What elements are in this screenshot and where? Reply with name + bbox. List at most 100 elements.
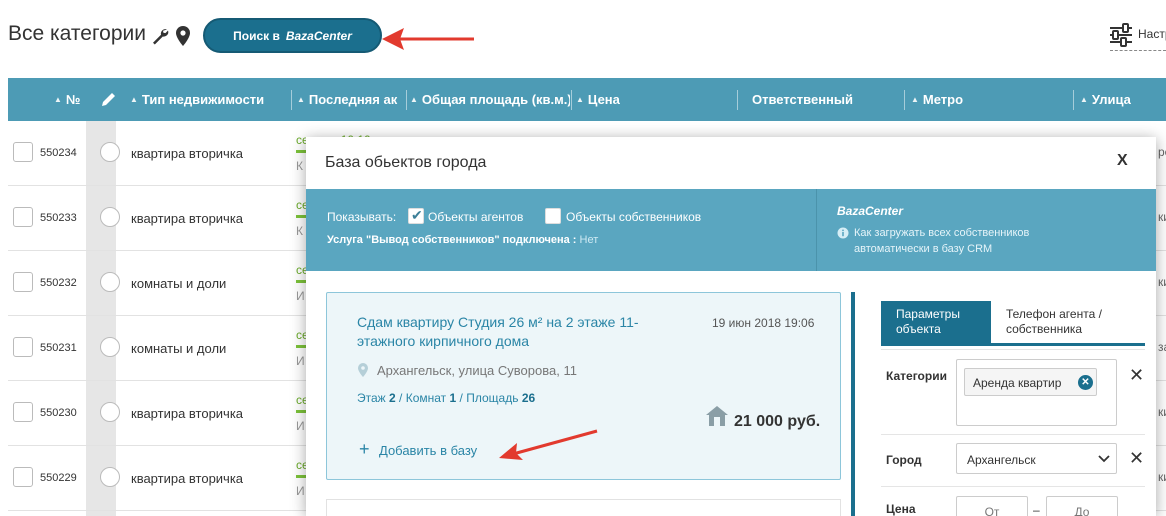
row-street: ре bbox=[1158, 145, 1166, 159]
row-id: 550234 bbox=[40, 147, 77, 159]
settings-link[interactable]: Настр bbox=[1138, 27, 1166, 41]
listing-price: 21 000 руб. bbox=[734, 413, 821, 430]
row-id: 550229 bbox=[40, 472, 77, 484]
bazacenter-info-link[interactable]: Как загружать всех собственников автомат… bbox=[854, 225, 1084, 257]
column-header-metro[interactable]: ▲ Метро bbox=[911, 78, 1071, 121]
column-header-last-activity[interactable]: ▲ Последняя ак bbox=[297, 78, 405, 121]
tabs-underline bbox=[881, 343, 1145, 346]
clear-category-icon[interactable]: ✕ bbox=[1129, 365, 1144, 386]
row-select-radio[interactable] bbox=[100, 402, 120, 422]
row-type: комнаты и доли bbox=[131, 276, 227, 291]
column-header-property-type[interactable]: ▲ Тип недвижимости bbox=[130, 78, 290, 121]
row-sub: И bbox=[296, 289, 305, 303]
row-type: квартира вторичка bbox=[131, 471, 244, 486]
row-checkbox[interactable] bbox=[13, 142, 33, 162]
table-header: ▲ № ▲ Тип недвижимости ▲ Последняя ак ▲ Обща… bbox=[8, 78, 1166, 121]
price-from-input[interactable]: От bbox=[956, 496, 1028, 516]
column-header-price[interactable]: ▲ Цена bbox=[576, 78, 736, 121]
annotation-arrow-icon bbox=[499, 429, 598, 460]
row-select-radio[interactable] bbox=[100, 272, 120, 292]
row-sub: К bbox=[296, 224, 303, 238]
tab-agent-phone[interactable]: Телефон агента / собственника bbox=[1006, 307, 1141, 337]
row-checkbox[interactable] bbox=[13, 207, 33, 227]
column-header-total-area[interactable]: ▲ Общая площадь (кв.м.) bbox=[410, 78, 570, 121]
row-id: 550232 bbox=[40, 277, 77, 289]
tab-object-params[interactable]: Параметры объекта bbox=[881, 301, 991, 343]
show-label: Показывать: bbox=[327, 210, 397, 224]
row-select-radio[interactable] bbox=[100, 337, 120, 357]
row-sub: И bbox=[296, 484, 305, 498]
agents-label[interactable]: Объекты агентов bbox=[428, 210, 523, 224]
checkmark-icon: ✔ bbox=[411, 207, 423, 223]
search-button-prefix: Поиск в bbox=[233, 28, 280, 43]
row-select-radio[interactable] bbox=[100, 207, 120, 227]
row-type: комнаты и доли bbox=[131, 341, 227, 356]
row-checkbox[interactable] bbox=[13, 402, 33, 422]
listing-meta: Этаж 2 / Комнат 1 / Площадь 26 bbox=[357, 391, 536, 405]
city-objects-modal: База обьектов города X Показывать: ✔ Объ… bbox=[306, 137, 1156, 516]
plus-icon[interactable]: + bbox=[359, 439, 370, 460]
add-to-base-link[interactable]: Добавить в базу bbox=[379, 443, 477, 458]
info-icon bbox=[837, 227, 849, 239]
row-id: 550233 bbox=[40, 212, 77, 224]
row-select-radio[interactable] bbox=[100, 142, 120, 162]
price-to-input[interactable]: До bbox=[1046, 496, 1118, 516]
row-sub: И bbox=[296, 354, 305, 368]
search-bazacenter-button[interactable]: Поиск в BazaCenter bbox=[203, 18, 382, 53]
row-street: ки bbox=[1158, 210, 1166, 224]
city-label: Город bbox=[886, 453, 922, 467]
listing-card[interactable] bbox=[326, 499, 841, 516]
price-label: Цена bbox=[886, 502, 916, 516]
row-sub: И bbox=[296, 419, 305, 433]
modal-close-button[interactable]: X bbox=[1117, 152, 1128, 170]
row-type: квартира вторичка bbox=[131, 406, 244, 421]
listing-title[interactable]: Сдам квартиру Студия 26 м² на 2 этаже 11… bbox=[357, 313, 677, 351]
settings-underline bbox=[1110, 50, 1166, 51]
category-label: Категории bbox=[886, 369, 947, 383]
remove-tag-icon[interactable]: ✕ bbox=[1078, 375, 1093, 390]
map-pin-icon bbox=[358, 363, 368, 377]
map-pin-icon[interactable] bbox=[176, 26, 190, 46]
scroll-accent-bar bbox=[851, 292, 855, 516]
row-type: квартира вторичка bbox=[131, 211, 244, 226]
page-title: Все категории bbox=[8, 22, 146, 45]
agents-checkbox[interactable]: ✔ bbox=[408, 207, 424, 224]
modal-title: База обьектов города bbox=[325, 154, 487, 171]
category-multiselect[interactable]: Аренда квартир ✕ bbox=[956, 359, 1117, 426]
search-button-brand: BazaCenter bbox=[285, 28, 352, 43]
filter-bar: Показывать: ✔ Объекты агентов Объекты со… bbox=[306, 189, 1156, 271]
listing-address: Архангельск, улица Суворова, 11 bbox=[377, 363, 577, 378]
row-street: ки bbox=[1158, 470, 1166, 484]
row-checkbox[interactable] bbox=[13, 337, 33, 357]
row-id: 550230 bbox=[40, 407, 77, 419]
price-dash: – bbox=[1033, 503, 1040, 516]
owners-label[interactable]: Объекты собственников bbox=[566, 210, 701, 224]
row-type: квартира вторичка bbox=[131, 146, 244, 161]
row-checkbox[interactable] bbox=[13, 272, 33, 292]
row-street: за bbox=[1158, 340, 1166, 354]
owners-checkbox[interactable] bbox=[545, 208, 561, 224]
settings-sliders-icon[interactable] bbox=[1109, 23, 1133, 47]
row-checkbox[interactable] bbox=[13, 467, 33, 487]
wrench-icon[interactable] bbox=[150, 26, 170, 46]
city-select[interactable]: Архангельск bbox=[956, 443, 1117, 474]
clear-city-icon[interactable]: ✕ bbox=[1129, 448, 1144, 469]
filter-bar-divider bbox=[816, 189, 817, 271]
bazacenter-brand: BazaCenter bbox=[837, 204, 904, 218]
column-header-street[interactable]: ▲ Улица bbox=[1080, 78, 1166, 121]
column-header-number[interactable]: ▲ № bbox=[54, 78, 88, 121]
row-sub: К bbox=[296, 159, 303, 173]
listing-date: 19 июн 2018 19:06 bbox=[712, 316, 815, 330]
row-street: ки bbox=[1158, 275, 1166, 289]
category-tag: Аренда квартир ✕ bbox=[964, 368, 1097, 396]
row-id: 550231 bbox=[40, 342, 77, 354]
row-street: ки bbox=[1158, 405, 1166, 419]
service-status-value[interactable]: Нет bbox=[580, 234, 599, 246]
house-icon bbox=[706, 406, 728, 426]
column-header-responsible[interactable]: Ответственный bbox=[752, 78, 902, 121]
page: Все категории Поиск в BazaCenter Настр ▲… bbox=[0, 0, 1166, 516]
annotation-arrow-icon bbox=[382, 28, 474, 50]
chevron-down-icon bbox=[1098, 455, 1110, 463]
service-status: Услуга "Вывод собственников" подключена … bbox=[327, 234, 599, 246]
row-select-radio[interactable] bbox=[100, 467, 120, 487]
